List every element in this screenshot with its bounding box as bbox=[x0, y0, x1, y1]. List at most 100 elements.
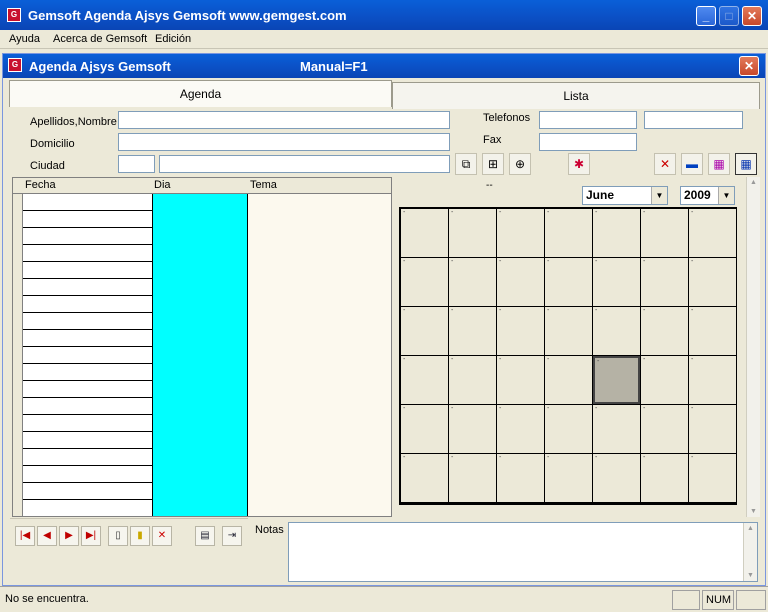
calendar-day-cell[interactable]: - bbox=[497, 307, 544, 355]
cell-sel[interactable] bbox=[13, 296, 23, 313]
add-entry-icon[interactable]: ⊕ bbox=[509, 153, 531, 175]
cell-sel[interactable] bbox=[13, 364, 23, 381]
table-row[interactable] bbox=[13, 415, 391, 432]
calendar-day-cell[interactable]: - bbox=[641, 307, 688, 355]
cell-tema[interactable] bbox=[248, 296, 391, 313]
cell-tema[interactable] bbox=[248, 211, 391, 228]
calendar-day-cell[interactable]: - bbox=[641, 356, 688, 404]
cell-tema[interactable] bbox=[248, 245, 391, 262]
delete-record-icon[interactable]: ✕ bbox=[152, 526, 172, 546]
last-record-icon[interactable]: ▶| bbox=[81, 526, 101, 546]
cell-sel[interactable] bbox=[13, 398, 23, 415]
table-row[interactable] bbox=[13, 364, 391, 381]
calendar-day-cell[interactable]: - bbox=[689, 307, 736, 355]
cell-sel[interactable] bbox=[13, 245, 23, 262]
calendar-day-cell[interactable]: - bbox=[545, 307, 592, 355]
cell-dia[interactable] bbox=[152, 415, 248, 432]
calendar-day-cell[interactable]: - bbox=[401, 307, 448, 355]
cell-dia[interactable] bbox=[152, 245, 248, 262]
delete-icon[interactable]: ✕ bbox=[654, 153, 676, 175]
month-select[interactable]: June ▼ bbox=[582, 186, 668, 205]
new-record-icon[interactable]: ▯ bbox=[108, 526, 128, 546]
cell-tema[interactable] bbox=[248, 347, 391, 364]
exit-icon[interactable]: ⇥ bbox=[222, 526, 242, 546]
prev-record-icon[interactable]: ◀ bbox=[37, 526, 57, 546]
cell-tema[interactable] bbox=[248, 398, 391, 415]
cell-sel[interactable] bbox=[13, 500, 23, 516]
calendar-day-cell[interactable]: - bbox=[497, 209, 544, 257]
cell-tema[interactable] bbox=[248, 330, 391, 347]
cell-dia[interactable] bbox=[152, 381, 248, 398]
cell-dia[interactable] bbox=[152, 279, 248, 296]
calendar-day-cell[interactable]: - bbox=[593, 356, 640, 404]
year-select[interactable]: 2009 ▼ bbox=[680, 186, 735, 205]
tools-icon[interactable]: ✱ bbox=[568, 153, 590, 175]
calendar-day-cell[interactable]: - bbox=[689, 405, 736, 453]
calendar-day-cell[interactable]: - bbox=[593, 405, 640, 453]
table-row[interactable] bbox=[13, 347, 391, 364]
scroll-down-icon[interactable]: ▼ bbox=[747, 572, 754, 579]
calendar-day-cell[interactable]: - bbox=[641, 454, 688, 502]
cell-tema[interactable] bbox=[248, 364, 391, 381]
cell-tema[interactable] bbox=[248, 500, 391, 516]
table-row[interactable] bbox=[13, 262, 391, 279]
tab-agenda[interactable]: Agenda bbox=[9, 80, 392, 107]
calendar-day-cell[interactable]: - bbox=[401, 405, 448, 453]
cell-sel[interactable] bbox=[13, 449, 23, 466]
cell-tema[interactable] bbox=[248, 415, 391, 432]
calendar-day-cell[interactable]: - bbox=[545, 209, 592, 257]
calendar-day-cell[interactable]: - bbox=[593, 454, 640, 502]
cell-sel[interactable] bbox=[13, 262, 23, 279]
cell-dia[interactable] bbox=[152, 364, 248, 381]
table-row[interactable] bbox=[13, 194, 391, 211]
notas-textarea[interactable]: ▲ ▼ bbox=[288, 522, 758, 582]
next-record-icon[interactable]: ▶ bbox=[59, 526, 79, 546]
table-row[interactable] bbox=[13, 279, 391, 296]
cell-dia[interactable] bbox=[152, 228, 248, 245]
menu-ayuda[interactable]: Ayuda bbox=[9, 33, 40, 45]
telefono1-input[interactable] bbox=[539, 111, 637, 129]
scroll-up-icon[interactable]: ▲ bbox=[750, 179, 757, 186]
table-row[interactable] bbox=[13, 296, 391, 313]
calendar-grid-icon[interactable]: ▦ bbox=[735, 153, 757, 175]
cell-sel[interactable] bbox=[13, 483, 23, 500]
cell-sel[interactable] bbox=[13, 313, 23, 330]
cell-dia[interactable] bbox=[152, 347, 248, 364]
copy-record-icon[interactable]: ⧉ bbox=[455, 153, 477, 175]
calendar-day-cell[interactable]: - bbox=[401, 258, 448, 306]
ciudad-input[interactable] bbox=[159, 155, 450, 173]
calendar-day-cell[interactable]: - bbox=[689, 454, 736, 502]
table-row[interactable] bbox=[13, 432, 391, 449]
cell-dia[interactable] bbox=[152, 483, 248, 500]
calendar-day-cell[interactable]: - bbox=[497, 258, 544, 306]
table-row[interactable] bbox=[13, 449, 391, 466]
calendar-day-cell[interactable]: - bbox=[593, 258, 640, 306]
maximize-button[interactable]: □ bbox=[719, 6, 739, 26]
agenda-close-button[interactable]: ✕ bbox=[739, 56, 759, 76]
cell-sel[interactable] bbox=[13, 432, 23, 449]
calendar-day-cell[interactable]: - bbox=[545, 356, 592, 404]
agenda-table[interactable]: Fecha Dia Tema bbox=[12, 177, 392, 517]
minimize-button[interactable]: _ bbox=[696, 6, 716, 26]
cell-dia[interactable] bbox=[152, 211, 248, 228]
calendar-day-cell[interactable]: - bbox=[401, 356, 448, 404]
cell-dia[interactable] bbox=[152, 194, 248, 211]
calendar-day-cell[interactable]: - bbox=[401, 454, 448, 502]
table-row[interactable] bbox=[13, 313, 391, 330]
cell-dia[interactable] bbox=[152, 313, 248, 330]
cell-sel[interactable] bbox=[13, 415, 23, 432]
calendar-day-cell[interactable]: - bbox=[401, 209, 448, 257]
calendar-day-cell[interactable]: - bbox=[641, 258, 688, 306]
table-icon[interactable]: ▤ bbox=[195, 526, 215, 546]
cell-tema[interactable] bbox=[248, 262, 391, 279]
cell-dia[interactable] bbox=[152, 500, 248, 516]
calendar-day-cell[interactable]: - bbox=[545, 405, 592, 453]
cell-tema[interactable] bbox=[248, 483, 391, 500]
cell-sel[interactable] bbox=[13, 330, 23, 347]
calendar-day-cell[interactable]: - bbox=[689, 209, 736, 257]
cell-sel[interactable] bbox=[13, 279, 23, 296]
cell-dia[interactable] bbox=[152, 449, 248, 466]
cell-tema[interactable] bbox=[248, 449, 391, 466]
tab-lista[interactable]: Lista bbox=[392, 82, 760, 109]
menu-edicion[interactable]: Edición bbox=[155, 33, 191, 45]
